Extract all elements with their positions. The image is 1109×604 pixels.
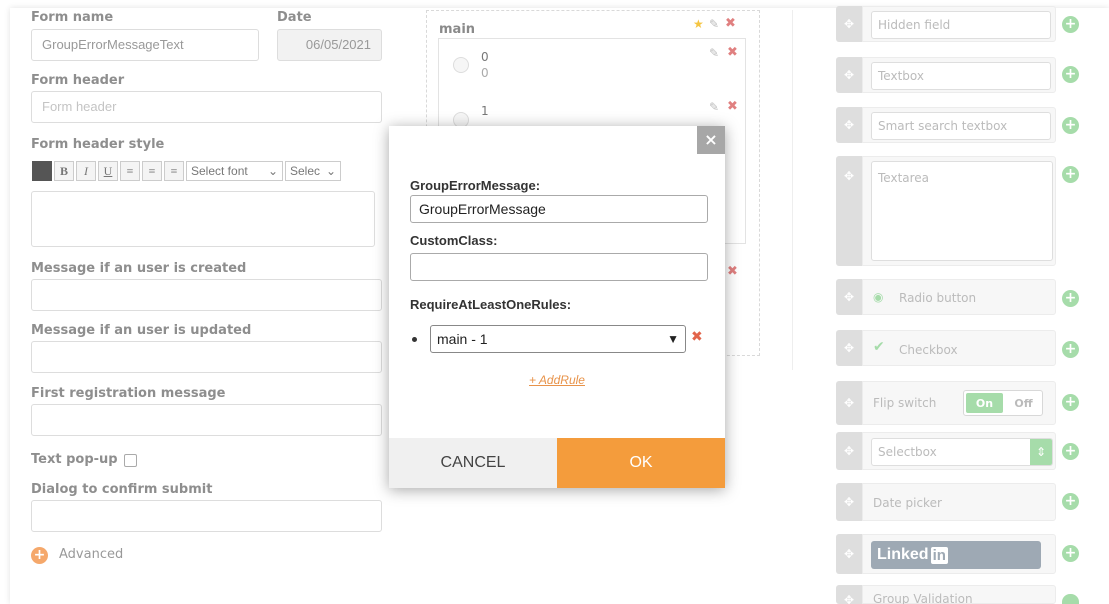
group-error-input[interactable]: GroupErrorMessage bbox=[410, 195, 708, 223]
group-error-label: GroupErrorMessage: bbox=[410, 178, 541, 193]
chevron-down-icon: ▼ bbox=[667, 332, 679, 346]
rule-select[interactable]: main - 1 ▼ bbox=[430, 325, 686, 353]
rule-select-value: main - 1 bbox=[437, 331, 488, 347]
group-error-dialog: × GroupErrorMessage: GroupErrorMessage C… bbox=[389, 126, 725, 488]
add-rule-link[interactable]: + AddRule bbox=[389, 373, 725, 387]
require-rules-label: RequireAtLeastOneRules: bbox=[410, 297, 572, 312]
custom-class-input[interactable] bbox=[410, 253, 708, 281]
custom-class-label: CustomClass: bbox=[410, 233, 498, 248]
cancel-button[interactable]: CANCEL bbox=[389, 438, 557, 488]
remove-rule-icon[interactable]: ✖ bbox=[691, 329, 703, 345]
rule-bullet bbox=[412, 337, 417, 342]
ok-button[interactable]: OK bbox=[557, 438, 725, 488]
close-dialog-button[interactable]: × bbox=[697, 126, 725, 154]
